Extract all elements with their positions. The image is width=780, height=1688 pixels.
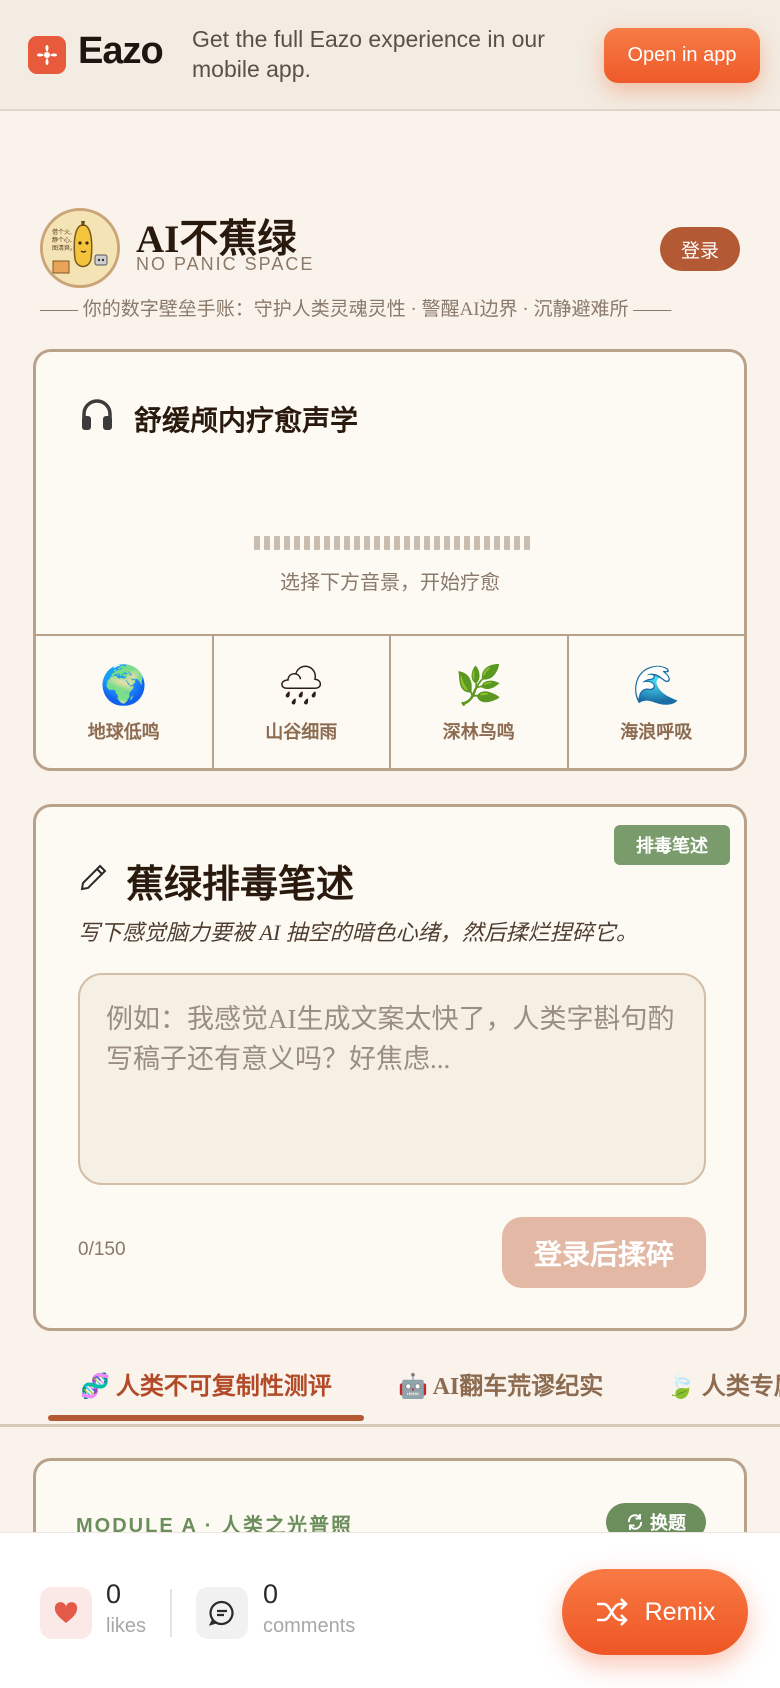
leaf-icon: 🍃	[666, 1374, 696, 1400]
remix-button[interactable]: Remix	[562, 1569, 748, 1655]
sound-waveform	[254, 536, 530, 550]
detox-journal-card: 排毒笔述 蕉绿排毒笔述 写下感觉脑力要被 AI 抽空的暗色心绪，然后揉烂捏碎它。…	[33, 804, 747, 1331]
rain-cloud-icon: 🌧	[277, 664, 326, 707]
likes-label: likes	[106, 1615, 147, 1637]
bottom-action-bar: 0 likes 0 comments Remix	[0, 1532, 780, 1688]
eazo-logo-icon	[28, 36, 66, 74]
dna-icon: 🧬	[80, 1374, 110, 1400]
scene-ocean-breath[interactable]: 🌊 海浪呼吸	[569, 636, 745, 768]
heart-icon	[54, 1602, 78, 1623]
svg-text:借个火,: 借个火,	[52, 228, 72, 236]
tab-label: 人类专属	[701, 1374, 780, 1400]
detox-text-input[interactable]	[78, 973, 706, 1185]
like-button[interactable]	[40, 1587, 92, 1639]
scene-label: 深林鸟鸣	[442, 721, 515, 742]
open-in-app-button[interactable]: Open in app	[604, 28, 760, 83]
comments-label: comments	[263, 1615, 356, 1637]
crush-submit-button[interactable]: 登录后揉碎	[502, 1217, 706, 1288]
comment-button[interactable]	[196, 1587, 248, 1639]
tagline: —— 你的数字壁垒手账：守护人类灵魂灵性 · 警醒AI边界 · 沉静避难所 ——	[40, 299, 672, 320]
headphones-icon	[78, 396, 116, 442]
tab-human-exclusive[interactable]: 🍃 人类专属	[666, 1366, 780, 1401]
comments-count: 0	[263, 1579, 279, 1609]
character-counter: 0/150	[78, 1239, 126, 1260]
sound-hint: 选择下方音景，开始疗愈	[280, 572, 500, 594]
robot-icon: 🤖	[398, 1374, 428, 1400]
tab-ai-fails[interactable]: 🤖 AI翻车荒谬纪实	[398, 1366, 603, 1401]
remix-label: Remix	[644, 1597, 716, 1626]
shuffle-icon	[596, 1598, 628, 1626]
scene-forest-birds[interactable]: 🌿 深林鸟鸣	[391, 636, 569, 768]
comment-icon	[208, 1600, 234, 1626]
scene-label: 海浪呼吸	[620, 721, 693, 742]
refresh-icon	[627, 1514, 643, 1530]
detox-title: 蕉绿排毒笔述	[78, 853, 354, 908]
brand-avatar: 借个火, 静个心, 图清爽。	[40, 208, 120, 288]
sound-card-title: 舒缓颅内疗愈声学	[78, 396, 358, 442]
brand-subtitle: NO PANIC SPACE	[136, 254, 315, 274]
herb-leaf-icon: 🌿	[455, 664, 503, 707]
svg-text:图清爽。: 图清爽。	[52, 244, 76, 252]
likes-count: 0	[106, 1579, 122, 1609]
detox-title-text: 蕉绿排毒笔述	[126, 864, 355, 906]
divider	[170, 1589, 172, 1637]
scene-earth-hum[interactable]: 🌍 地球低鸣	[36, 636, 214, 768]
scene-valley-rain[interactable]: 🌧 山谷细雨	[214, 636, 391, 768]
eazo-logo-text: Eazo	[78, 30, 164, 72]
sound-healing-card: 舒缓颅内疗愈声学 选择下方音景，开始疗愈 🌍 地球低鸣 🌧 山谷细雨 🌿 深林鸟…	[33, 349, 747, 771]
detox-badge: 排毒笔述	[614, 825, 730, 865]
login-button[interactable]: 登录	[660, 227, 740, 271]
detox-description: 写下感觉脑力要被 AI 抽空的暗色心绪，然后揉烂捏碎它。	[78, 920, 638, 945]
tab-label: AI翻车荒谬纪实	[432, 1374, 604, 1400]
globe-icon: 🌍	[100, 664, 148, 707]
tab-human-uniqueness[interactable]: 🧬 人类不可复制性测评	[80, 1366, 332, 1401]
scene-label: 山谷细雨	[265, 721, 338, 742]
active-tab-indicator	[48, 1415, 364, 1421]
svg-text:静个心,: 静个心,	[52, 236, 72, 244]
banner-message: Get the full Eazo experience in our mobi…	[192, 26, 545, 82]
app-promo-banner: Eazo Get the full Eazo experience in our…	[0, 0, 780, 111]
pen-icon	[78, 859, 108, 903]
wave-icon: 🌊	[632, 664, 680, 707]
soundscape-grid: 🌍 地球低鸣 🌧 山谷细雨 🌿 深林鸟鸣 🌊 海浪呼吸	[36, 634, 745, 768]
scene-label: 地球低鸣	[87, 721, 160, 742]
sound-title-text: 舒缓颅内疗愈声学	[134, 406, 359, 437]
category-tabs: 🧬 人类不可复制性测评 🤖 AI翻车荒谬纪实 🍃 人类专属	[0, 1352, 780, 1427]
tab-label: 人类不可复制性测评	[115, 1374, 332, 1400]
